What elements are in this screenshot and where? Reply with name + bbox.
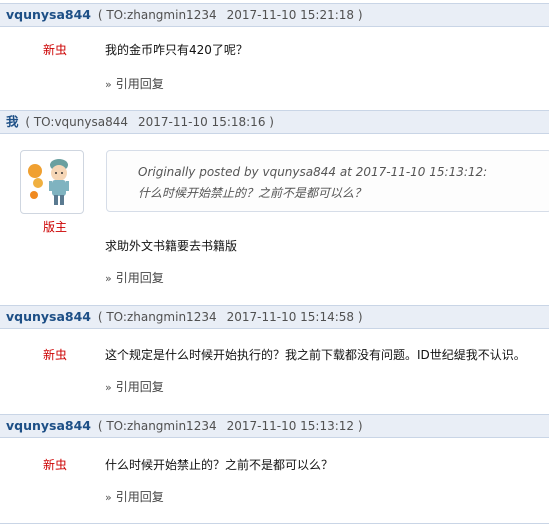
- cartoon-character-avatar-icon: [28, 159, 69, 205]
- post-header: vqunysa844 ( TO:zhangmin1234 2017-11-10 1…: [0, 414, 549, 438]
- reply-to: ( TO:zhangmin1234: [97, 8, 217, 22]
- quote-block: Originally posted by vqunysa844 at 2017-…: [106, 150, 549, 212]
- bottom-divider: [0, 523, 549, 524]
- user-rank: 新虫: [42, 348, 67, 362]
- post-timestamp: 2017-11-10 15:18:16 ): [138, 115, 274, 129]
- post-meta: ( TO:zhangmin1234 2017-11-10 15:13:12 ): [98, 419, 363, 433]
- author-link[interactable]: vqunysa844: [6, 7, 91, 22]
- reply-to: ( TO:vqunysa844: [25, 115, 128, 129]
- user-rank: 新虫: [42, 43, 67, 57]
- author-link[interactable]: vqunysa844: [6, 309, 91, 324]
- post-content: 这个规定是什么时候开始执行的？我之前下载都没有问题。ID世纪缇我不认识。: [105, 348, 526, 362]
- user-rank: 版主: [42, 220, 67, 234]
- post-meta: ( TO:zhangmin1234 2017-11-10 15:21:18 ): [98, 8, 363, 22]
- post-meta: ( TO:zhangmin1234 2017-11-10 15:14:58 ): [98, 310, 363, 324]
- reply-to: ( TO:zhangmin1234: [97, 310, 217, 324]
- quote-reply-button[interactable]: » 引用回复: [105, 378, 164, 395]
- quote-reply-label: 引用回复: [115, 77, 164, 91]
- reply-to: ( TO:zhangmin1234: [97, 419, 217, 433]
- quote-reply-label: 引用回复: [115, 490, 164, 504]
- post-header: vqunysa844 ( TO:zhangmin1234 2017-11-10 1…: [0, 3, 549, 27]
- post-header: vqunysa844 ( TO:zhangmin1234 2017-11-10 1…: [0, 305, 549, 329]
- quote-text: 什么时候开始禁止的？之前不是都可以么？: [138, 186, 367, 200]
- author-link[interactable]: 我: [6, 114, 19, 129]
- post-header: 我 ( TO:vqunysa844 2017-11-10 15:18:16 ): [0, 110, 549, 134]
- post-content: 求助外文书籍要去书籍版: [105, 239, 238, 253]
- reply-arrow-icon: »: [105, 78, 112, 91]
- reply-arrow-icon: »: [105, 272, 112, 285]
- quote-reply-label: 引用回复: [115, 271, 164, 285]
- post-timestamp: 2017-11-10 15:21:18 ): [226, 8, 363, 22]
- quote-reply-button[interactable]: » 引用回复: [105, 269, 164, 286]
- post-meta: ( TO:vqunysa844 2017-11-10 15:18:16 ): [25, 115, 274, 129]
- avatar[interactable]: [20, 150, 84, 214]
- quote-reply-button[interactable]: » 引用回复: [105, 488, 164, 505]
- reply-arrow-icon: »: [105, 381, 112, 394]
- quote-reply-button[interactable]: » 引用回复: [105, 75, 164, 92]
- post-content: 什么时候开始禁止的？之前不是都可以么？: [105, 458, 334, 472]
- post-timestamp: 2017-11-10 15:14:58 ): [226, 310, 363, 324]
- user-rank: 新虫: [42, 458, 67, 472]
- quote-source: Originally posted by vqunysa844 at 2017-…: [138, 165, 488, 179]
- quote-reply-label: 引用回复: [115, 380, 164, 394]
- reply-arrow-icon: »: [105, 491, 112, 504]
- post-timestamp: 2017-11-10 15:13:12 ): [226, 419, 363, 433]
- author-link[interactable]: vqunysa844: [6, 418, 91, 433]
- post-content: 我的金币咋只有420了呢？: [105, 43, 248, 57]
